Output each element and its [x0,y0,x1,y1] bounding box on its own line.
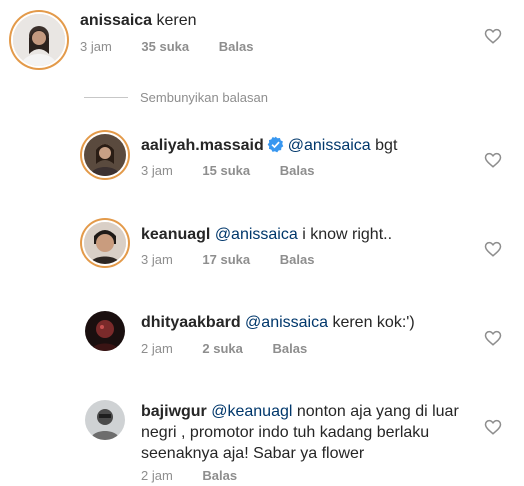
comment-username[interactable]: keanuagl [141,226,210,243]
reply-button[interactable]: Balas [280,252,315,267]
comment-mention[interactable]: @keanuagl [211,403,292,420]
comment-time: 3 jam [80,39,112,54]
comment-time: 2 jam [141,468,173,483]
heart-icon[interactable] [484,240,502,258]
reply-button[interactable]: Balas [219,39,254,54]
reply-button[interactable]: Balas [280,163,315,178]
avatar[interactable] [85,311,125,351]
comment-likes[interactable]: 35 suka [141,39,189,54]
comment-meta: 2 jam Balas [141,468,263,483]
comment-body: i know right.. [302,226,393,243]
reply-button[interactable]: Balas [202,468,237,483]
comment-time: 2 jam [141,341,173,356]
comment-text: keanuagl @anissaica i know right.. [141,224,392,245]
heart-icon[interactable] [484,329,502,347]
hide-replies-label: Sembunyikan balasan [140,90,268,105]
comment-username[interactable]: bajiwgur [141,403,207,420]
comment-body: bgt [375,137,398,154]
comment-text: bajiwgur @keanuagl nonton aja yang di lu… [141,401,481,464]
comment-likes[interactable]: 17 suka [202,252,250,267]
verified-badge-icon [267,136,284,153]
avatar[interactable] [85,400,125,440]
divider [84,97,128,98]
comment-username[interactable]: dhityaakbard [141,314,241,331]
comment-time: 3 jam [141,163,173,178]
avatar[interactable] [84,134,126,176]
comment-meta: 3 jam 15 suka Balas [141,163,340,178]
heart-icon[interactable] [484,151,502,169]
comment-mention[interactable]: @anissaica [215,226,298,243]
comment-username[interactable]: anissaica [80,12,152,29]
comment-time: 3 jam [141,252,173,267]
avatar[interactable] [84,222,126,264]
comment-likes[interactable]: 15 suka [202,163,250,178]
reply-button[interactable]: Balas [273,341,308,356]
comment-mention[interactable]: @anissaica [288,137,371,154]
comment-meta: 3 jam 17 suka Balas [141,252,340,267]
hide-replies-button[interactable]: Sembunyikan balasan [84,90,268,105]
comment-likes[interactable]: 2 suka [202,341,242,356]
comment-text: dhityaakbard @anissaica keren kok:') [141,312,415,333]
comment-body: keren [156,12,197,29]
heart-icon[interactable] [484,418,502,436]
comment-meta: 2 jam 2 suka Balas [141,341,333,356]
comment-body: keren kok:') [332,314,415,331]
heart-icon[interactable] [484,27,502,45]
comment-text: aaliyah.massaid @anissaica bgt [141,135,397,156]
avatar[interactable] [13,14,65,66]
comment-meta: 3 jam 35 suka Balas [80,39,279,54]
comment-mention[interactable]: @anissaica [245,314,328,331]
comment-username[interactable]: aaliyah.massaid [141,137,264,154]
comment-text: anissaica keren [80,10,197,31]
